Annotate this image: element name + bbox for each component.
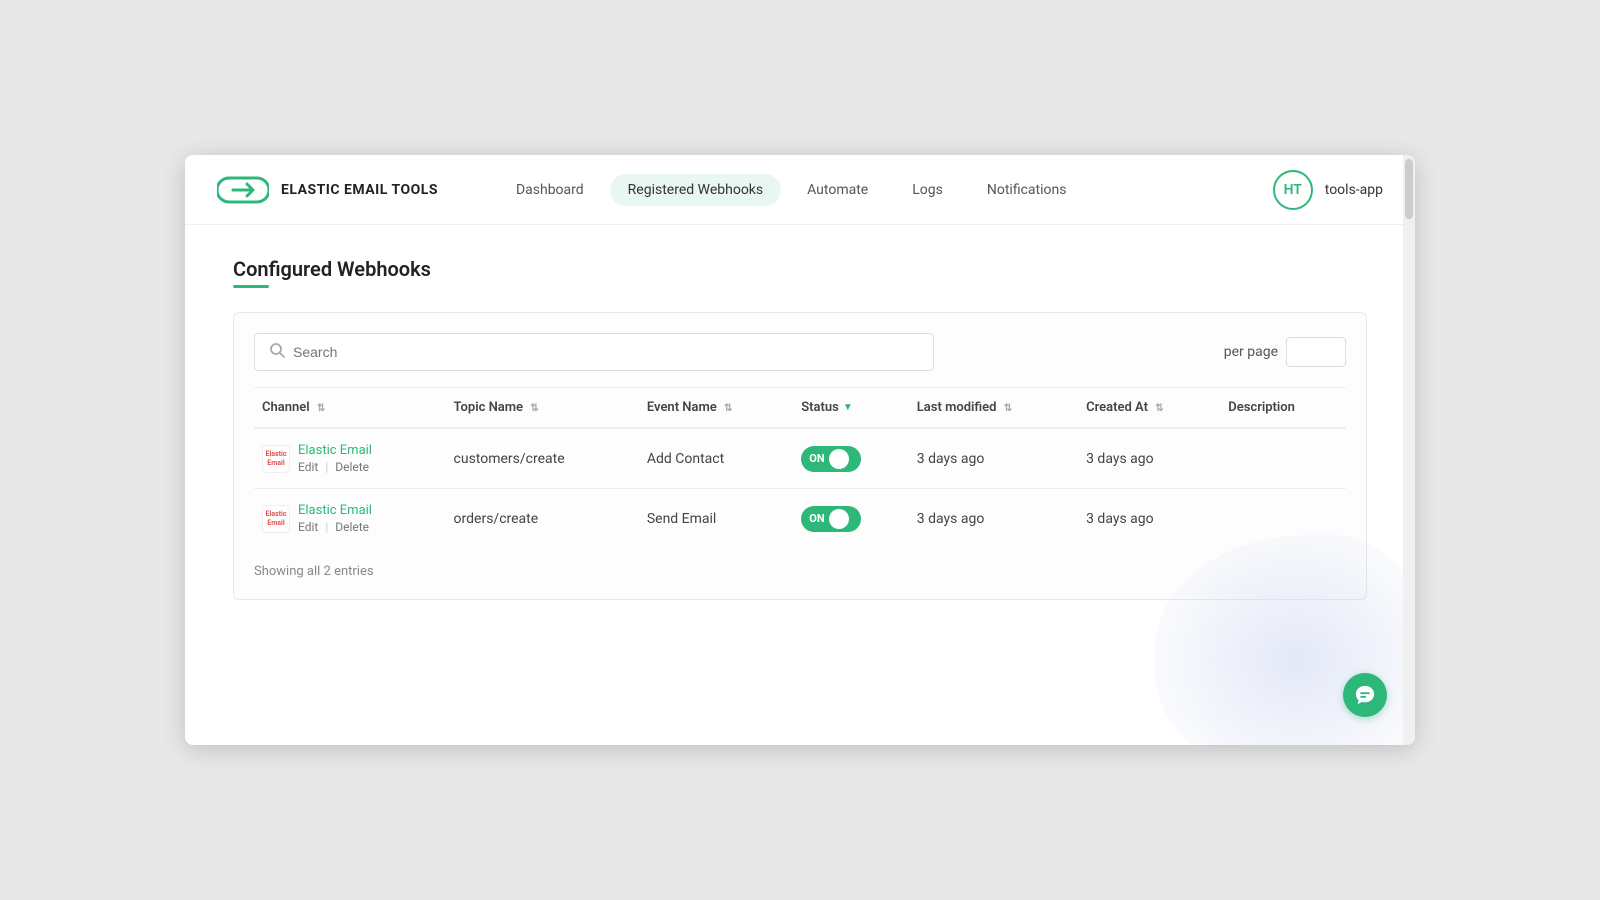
chat-button[interactable]: [1343, 673, 1387, 717]
cell-channel-1: ElasticEmail Elastic Email Edit | Delete: [254, 489, 446, 549]
cell-channel-0: ElasticEmail Elastic Email Edit | Delete: [254, 428, 446, 489]
col-channel: Channel ⇅: [254, 388, 446, 429]
cell-event-0: Add Contact: [639, 428, 793, 489]
channel-info-1: Elastic Email Edit | Delete: [298, 503, 372, 534]
cell-topic-1: orders/create: [446, 489, 639, 549]
main-content: Configured Webhooks per page 10: [185, 225, 1415, 632]
entries-text: Showing all 2 entries: [254, 564, 374, 579]
nav-logs[interactable]: Logs: [894, 174, 961, 206]
nav-automate[interactable]: Automate: [789, 174, 886, 206]
logo-text: ELASTIC EMAIL TOOLS: [281, 182, 438, 198]
per-page-input[interactable]: 10: [1286, 337, 1346, 367]
col-channel-sort-icon[interactable]: ⇅: [317, 403, 325, 414]
delete-link-0[interactable]: Delete: [335, 460, 369, 474]
table-footer: Showing all 2 entries: [254, 564, 1346, 579]
cell-event-1: Send Email: [639, 489, 793, 549]
logo-area: ELASTIC EMAIL TOOLS: [217, 174, 438, 206]
toggle-label-1: ON: [809, 512, 824, 525]
cell-description-1: [1220, 489, 1346, 549]
toggle-label-0: ON: [809, 452, 824, 465]
table-controls: per page 10: [254, 333, 1346, 371]
browser-window: ELASTIC EMAIL TOOLS Dashboard Registered…: [185, 155, 1415, 745]
avatar[interactable]: HT: [1273, 170, 1313, 210]
elastic-logo-1: ElasticEmail: [262, 505, 290, 533]
search-box: [254, 333, 934, 371]
cell-status-1: ON: [793, 489, 909, 549]
per-page-label: per page: [1224, 344, 1278, 360]
status-toggle-1[interactable]: ON: [801, 506, 861, 532]
channel-info-0: Elastic Email Edit | Delete: [298, 443, 372, 474]
table-row: ElasticEmail Elastic Email Edit | Delete…: [254, 428, 1346, 489]
channel-actions-0: Edit | Delete: [298, 460, 372, 474]
col-event-name: Event Name ⇅: [639, 388, 793, 429]
toggle-knob-1: [829, 509, 849, 529]
scrollbar[interactable]: [1403, 155, 1415, 745]
col-last-modified: Last modified ⇅: [909, 388, 1078, 429]
logo-icon: [217, 174, 269, 206]
channel-actions-1: Edit | Delete: [298, 520, 372, 534]
status-toggle-0[interactable]: ON: [801, 446, 861, 472]
scroll-thumb: [1405, 159, 1413, 219]
webhooks-table: Channel ⇅ Topic Name ⇅ Event Name ⇅: [254, 387, 1346, 548]
table-container: per page 10 Channel ⇅ Topic Name ⇅: [233, 312, 1367, 600]
col-status-filter-icon[interactable]: ▼: [843, 402, 853, 413]
separator-1: |: [325, 520, 328, 534]
elastic-logo-0: ElasticEmail: [262, 445, 290, 473]
per-page-area: per page 10: [1224, 337, 1346, 367]
cell-description-0: [1220, 428, 1346, 489]
col-created-sort-icon[interactable]: ⇅: [1155, 403, 1163, 414]
edit-link-0[interactable]: Edit: [298, 460, 318, 474]
nav-links: Dashboard Registered Webhooks Automate L…: [498, 174, 1273, 206]
nav-dashboard[interactable]: Dashboard: [498, 174, 602, 206]
search-input[interactable]: [293, 344, 919, 360]
edit-link-1[interactable]: Edit: [298, 520, 318, 534]
page-title: Configured Webhooks: [233, 257, 1367, 281]
delete-link-1[interactable]: Delete: [335, 520, 369, 534]
table-body: ElasticEmail Elastic Email Edit | Delete…: [254, 428, 1346, 548]
navbar: ELASTIC EMAIL TOOLS Dashboard Registered…: [185, 155, 1415, 225]
col-topic-name: Topic Name ⇅: [446, 388, 639, 429]
nav-notifications[interactable]: Notifications: [969, 174, 1085, 206]
app-name-label: tools-app: [1325, 182, 1383, 198]
channel-name-0: Elastic Email: [298, 443, 372, 458]
cell-created-at-0: 3 days ago: [1078, 428, 1220, 489]
table-row: ElasticEmail Elastic Email Edit | Delete…: [254, 489, 1346, 549]
col-created-at: Created At ⇅: [1078, 388, 1220, 429]
cell-created-at-1: 3 days ago: [1078, 489, 1220, 549]
col-topic-sort-icon[interactable]: ⇅: [530, 403, 538, 414]
cell-topic-0: customers/create: [446, 428, 639, 489]
col-description: Description: [1220, 388, 1346, 429]
title-underline: [233, 285, 269, 288]
cell-status-0: ON: [793, 428, 909, 489]
cell-last-modified-1: 3 days ago: [909, 489, 1078, 549]
table-header-row: Channel ⇅ Topic Name ⇅ Event Name ⇅: [254, 388, 1346, 429]
user-area: HT tools-app: [1273, 170, 1383, 210]
chat-icon: [1354, 684, 1376, 706]
toggle-knob-0: [829, 449, 849, 469]
col-status: Status ▼: [793, 388, 909, 429]
search-icon: [269, 342, 285, 362]
col-event-sort-icon[interactable]: ⇅: [724, 403, 732, 414]
cell-last-modified-0: 3 days ago: [909, 428, 1078, 489]
nav-registered-webhooks[interactable]: Registered Webhooks: [610, 174, 781, 206]
channel-name-1: Elastic Email: [298, 503, 372, 518]
col-last-modified-sort-icon[interactable]: ⇅: [1004, 403, 1012, 414]
separator-0: |: [325, 460, 328, 474]
